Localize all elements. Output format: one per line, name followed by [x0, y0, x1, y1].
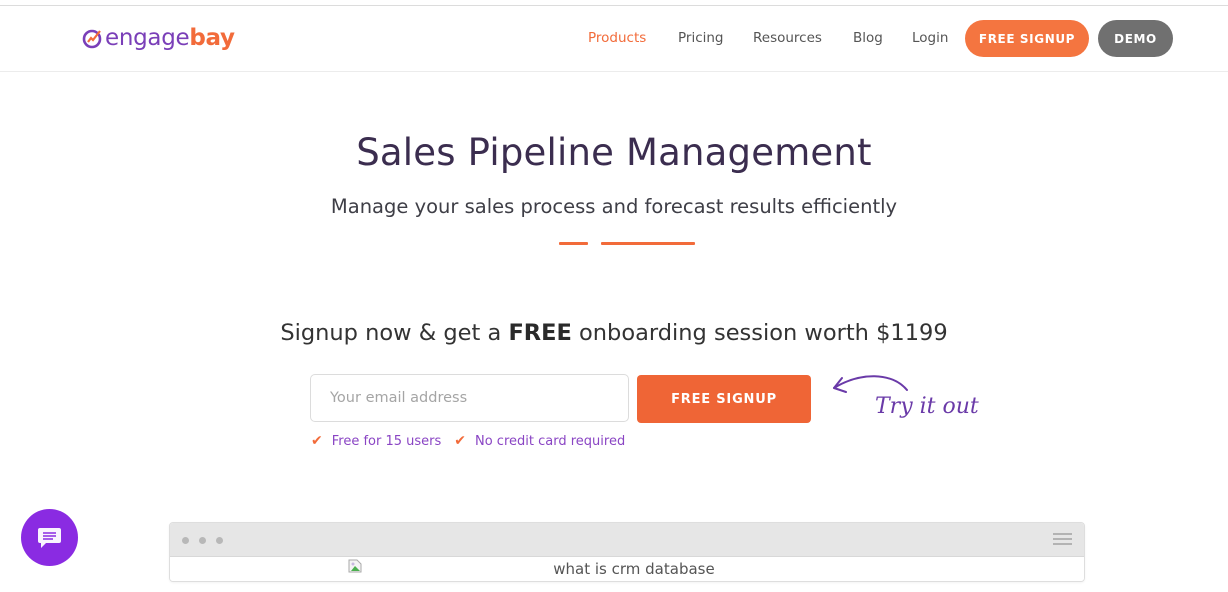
site-header: engagebay Products Pricing Resources Blo… [0, 6, 1228, 72]
nav-resources[interactable]: Resources [753, 30, 822, 46]
logo-text: engagebay [105, 25, 235, 51]
header-free-signup-button[interactable]: FREE SIGNUP [965, 20, 1089, 57]
header-demo-button[interactable]: DEMO [1098, 20, 1173, 57]
window-dot [199, 537, 206, 544]
logo[interactable]: engagebay [82, 24, 235, 52]
chat-bubble-icon [37, 527, 61, 548]
nav-blog[interactable]: Blog [853, 30, 883, 46]
offer-bold: FREE [508, 320, 572, 346]
offer-headline: Signup now & get a FREE onboarding sessi… [0, 320, 1228, 346]
perk-label: Free for 15 users [331, 433, 442, 449]
hamburger-menu-icon [1053, 533, 1072, 548]
window-dots [182, 537, 233, 544]
window-dot [216, 537, 223, 544]
email-input[interactable] [310, 374, 629, 422]
logo-text-engage: engage [105, 25, 190, 51]
try-it-out-annotation: Try it out [875, 394, 979, 419]
window-dot [182, 537, 189, 544]
chat-widget-button[interactable] [21, 509, 78, 566]
offer-prefix: Signup now & get a [280, 320, 509, 346]
checkmark-icon: ✔ [311, 433, 323, 449]
preview-image-alt-text: what is crm database [553, 560, 715, 578]
nav-products[interactable]: Products [588, 30, 646, 46]
decorative-divider-long [601, 242, 695, 245]
perk-item: ✔ No credit card required [454, 433, 625, 449]
logo-icon [82, 29, 102, 49]
preview-title-bar [170, 523, 1084, 557]
decorative-divider-short [559, 242, 588, 245]
free-signup-button[interactable]: FREE SIGNUP [637, 375, 811, 423]
page-title: Sales Pipeline Management [356, 131, 872, 174]
page-subtitle: Manage your sales process and forecast r… [330, 195, 898, 218]
offer-suffix: onboarding session worth $1199 [571, 320, 948, 346]
perk-label: No credit card required [475, 433, 626, 449]
perk-item: ✔ Free for 15 users [311, 433, 441, 449]
nav-pricing[interactable]: Pricing [678, 30, 724, 46]
logo-text-bay: bay [189, 25, 235, 51]
perks-list: ✔ Free for 15 users ✔ No credit card req… [311, 433, 638, 449]
checkmark-icon: ✔ [454, 433, 466, 449]
product-preview-frame: what is crm database [169, 522, 1085, 582]
nav-login[interactable]: Login [912, 30, 948, 46]
preview-body: what is crm database [170, 557, 1084, 581]
